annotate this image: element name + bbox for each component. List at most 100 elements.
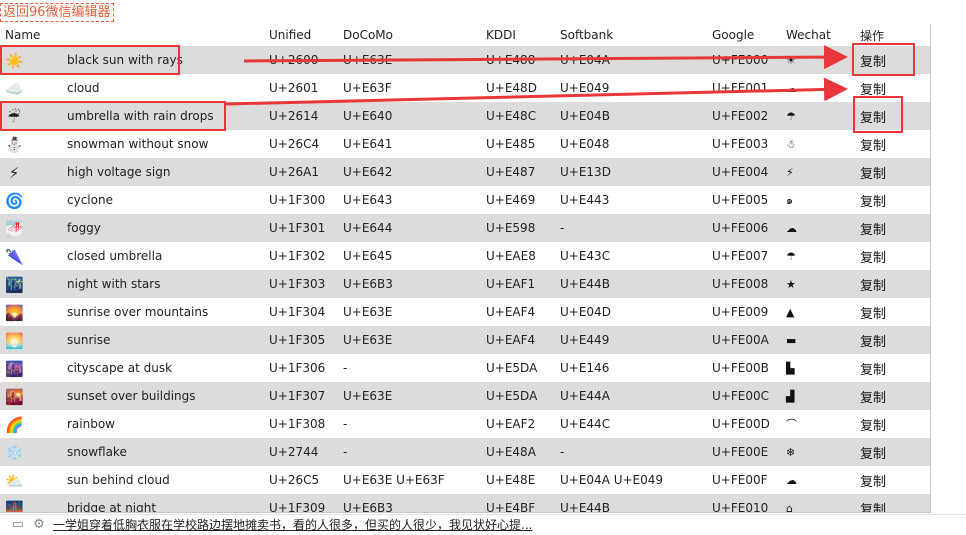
emoji-name: sunset over buildings (67, 389, 196, 403)
action-cell: 复制 (855, 74, 930, 102)
wechat-emoji-icon: ☂ (781, 102, 855, 130)
copy-button[interactable]: 复制 (860, 391, 886, 406)
unified-code: U+1F306 (264, 354, 338, 382)
action-cell: 复制 (855, 46, 930, 74)
name-cell: 🌂 closed umbrella (0, 242, 264, 270)
google-code: U+FE004 (707, 158, 781, 186)
google-code: U+FE002 (707, 102, 781, 130)
unified-code: U+1F301 (264, 214, 338, 242)
softbank-code: U+E13D (555, 158, 707, 186)
wechat-emoji-icon: ❄ (781, 438, 855, 466)
google-code: U+FE000 (707, 46, 781, 74)
copy-button[interactable]: 复制 (860, 167, 886, 182)
name-cell: ⛅ sun behind cloud (0, 466, 264, 494)
docomo-code: U+E63E (338, 298, 481, 326)
copy-button[interactable]: 复制 (860, 503, 886, 513)
softbank-code: U+E146 (555, 354, 707, 382)
copy-button[interactable]: 复制 (860, 475, 886, 490)
softbank-code: U+E443 (555, 186, 707, 214)
copy-button[interactable]: 复制 (860, 83, 886, 98)
emoji-name: foggy (67, 221, 101, 235)
copy-button[interactable]: 复制 (860, 139, 886, 154)
emoji-icon: 🌇 (5, 387, 24, 406)
docomo-code: U+E640 (338, 102, 481, 130)
name-cell: ☁️ cloud (0, 74, 264, 102)
kddi-code: U+EAE8 (481, 242, 555, 270)
docomo-code: U+E6B3 (338, 494, 481, 512)
header-col-kddi: KDDI (486, 28, 516, 42)
news-headline-link[interactable]: 一学姐穿着低胸衣服在学校路边摆地摊卖书，看的人很多，但买的人很少，我见状好心提.… (53, 517, 532, 533)
table-row: ⚡ high voltage sign U+26A1 U+E642 U+E487 U+E1… (0, 158, 930, 186)
emoji-icon: ☁️ (5, 79, 24, 98)
kddi-code: U+EAF4 (481, 298, 555, 326)
action-cell: 复制 (855, 158, 930, 186)
copy-button[interactable]: 复制 (860, 251, 886, 266)
action-cell: 复制 (855, 242, 930, 270)
copy-button[interactable]: 复制 (860, 419, 886, 434)
unified-code: U+2744 (264, 438, 338, 466)
action-cell: 复制 (855, 438, 930, 466)
emoji-name: closed umbrella (67, 249, 163, 263)
docomo-code: U+E645 (338, 242, 481, 270)
emoji-name: cloud (67, 81, 100, 95)
emoji-icon: 🌁 (5, 219, 24, 238)
google-code: U+FE008 (707, 270, 781, 298)
emoji-name: snowflake (67, 445, 127, 459)
docomo-code: U+E63E (338, 326, 481, 354)
emoji-icon: 🌆 (5, 359, 24, 378)
camera-icon[interactable]: ▭ (10, 517, 26, 533)
kddi-code: U+E5DA (481, 354, 555, 382)
docomo-code: - (338, 438, 481, 466)
copy-button[interactable]: 复制 (860, 223, 886, 238)
google-code: U+FE00A (707, 326, 781, 354)
copy-button[interactable]: 复制 (860, 363, 886, 378)
kddi-code: U+E487 (481, 158, 555, 186)
copy-button[interactable]: 复制 (860, 195, 886, 210)
copy-button[interactable]: 复制 (860, 111, 886, 126)
google-code: U+FE005 (707, 186, 781, 214)
emoji-name: umbrella with rain drops (67, 109, 214, 123)
action-cell: 复制 (855, 494, 930, 513)
table-row: 🌇 sunset over buildings U+1F307 U+E63E U+E5D… (0, 382, 930, 410)
copy-button[interactable]: 复制 (860, 447, 886, 462)
google-code: U+FE009 (707, 298, 781, 326)
copy-button[interactable]: 复制 (860, 279, 886, 294)
wechat-emoji-icon: ▲ (781, 298, 855, 326)
emoji-icon: 🌄 (5, 303, 24, 322)
action-cell: 复制 (855, 270, 930, 298)
name-cell: ☔ umbrella with rain drops (0, 102, 264, 130)
emoji-icon: 🌉 (5, 499, 24, 513)
name-cell: ⚡ high voltage sign (0, 158, 264, 186)
emoji-name: night with stars (67, 277, 161, 291)
kddi-code: U+E48E (481, 466, 555, 494)
unified-code: U+2601 (264, 74, 338, 102)
copy-button[interactable]: 复制 (860, 55, 886, 70)
copy-button[interactable]: 复制 (860, 335, 886, 350)
emoji-table-container[interactable]: Name Unified DoCoMo KDDI Softbank Google Wecha… (0, 24, 931, 513)
wechat-emoji-icon: ★ (781, 270, 855, 298)
name-cell: 🌃 night with stars (0, 270, 264, 298)
docomo-code: U+E644 (338, 214, 481, 242)
unified-code: U+1F304 (264, 298, 338, 326)
emoji-icon: 🌅 (5, 331, 24, 350)
emoji-icon: ⛅ (5, 471, 24, 490)
back-to-editor-link[interactable]: 返回96微信编辑器 (0, 3, 114, 22)
softbank-code: U+E049 (555, 74, 707, 102)
softbank-code: U+E048 (555, 130, 707, 158)
copy-button[interactable]: 复制 (860, 307, 886, 322)
gear-icon[interactable]: ⚙ (31, 517, 47, 533)
name-cell: 🌆 cityscape at dusk (0, 354, 264, 382)
action-cell: 复制 (855, 186, 930, 214)
emoji-icon: ❄️ (5, 443, 24, 462)
wechat-emoji-icon: ⚡ (781, 158, 855, 186)
wechat-emoji-icon: ⌂ (781, 494, 855, 512)
action-cell: 复制 (855, 382, 930, 410)
google-code: U+FE003 (707, 130, 781, 158)
softbank-code: U+E44B (555, 494, 707, 512)
docomo-code: U+E642 (338, 158, 481, 186)
emoji-icon: 🌈 (5, 415, 24, 434)
action-cell: 复制 (855, 326, 930, 354)
unified-code: U+26A1 (264, 158, 338, 186)
wechat-emoji-icon: ▙ (781, 354, 855, 382)
kddi-code: U+E48D (481, 74, 555, 102)
